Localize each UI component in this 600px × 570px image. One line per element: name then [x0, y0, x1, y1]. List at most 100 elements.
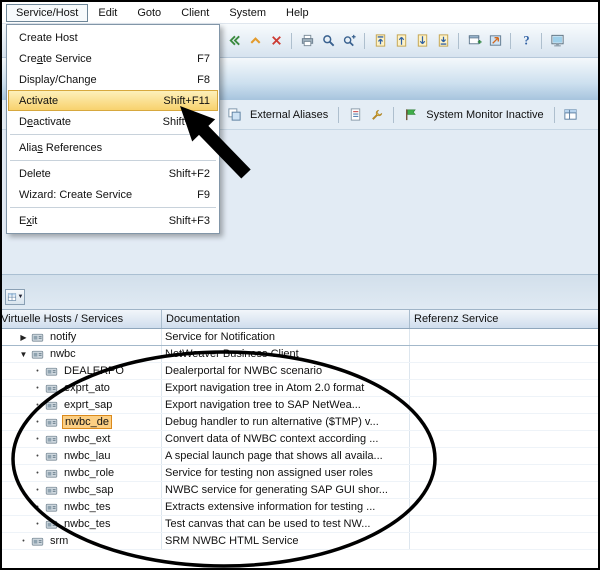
table-row[interactable]: •nwbc_tesTest canvas that can be used to… [2, 516, 598, 533]
back-icon[interactable] [225, 32, 243, 50]
table-row[interactable]: ▼ nwbc NetWeaver Business Client [2, 346, 598, 363]
menu-item-deactivate[interactable]: DeactivateShift+F12 [8, 111, 218, 132]
label-pre: Cre [19, 53, 37, 65]
find-next-icon[interactable] [340, 32, 358, 50]
help-icon[interactable]: ? [517, 32, 535, 50]
menu-separator [10, 134, 216, 135]
wrench-icon[interactable] [368, 106, 386, 124]
service-icon [31, 348, 45, 361]
leaf-bullet: • [31, 483, 44, 498]
table-row[interactable]: •nwbc_tesExtracts extensive information … [2, 499, 598, 516]
first-page-icon[interactable] [371, 32, 389, 50]
service-name[interactable]: nwbc_ext [62, 432, 112, 447]
toolbar-separator [554, 107, 555, 123]
document-icon[interactable] [346, 106, 364, 124]
expanded-expander-icon[interactable]: ▼ [17, 347, 30, 362]
page-up-icon[interactable] [392, 32, 410, 50]
leaf-bullet: • [31, 432, 44, 447]
table-row[interactable]: •nwbc_deDebug handler to run alternative… [2, 414, 598, 431]
table-row[interactable]: •exprt_sapExport navigation tree to SAP … [2, 397, 598, 414]
cell-ref-service [410, 363, 598, 379]
label-pre: D [19, 116, 27, 128]
table-row[interactable]: •nwbc_lauA special launch page that show… [2, 448, 598, 465]
table-row[interactable]: •DEALERPODealerportal for NWBC scenario [2, 363, 598, 380]
table-row[interactable]: ▶ notify Service for Notification [2, 329, 598, 346]
menubar-item-system[interactable]: System [219, 4, 276, 22]
menu-item-activate[interactable]: ActivateShift+F11 [8, 90, 218, 111]
context-menu: Create HostCreate ServiceF7Display/Chang… [6, 24, 220, 234]
service-icon [45, 399, 59, 412]
cell-ref-service [410, 431, 598, 447]
cell-documentation: Service for Notification [162, 329, 410, 345]
leaf-bullet: • [31, 517, 44, 532]
table-panel: ▼ [2, 274, 598, 310]
menu-item-label: Create Service [19, 53, 92, 65]
table-row[interactable]: •srmSRM NWBC HTML Service [2, 533, 598, 550]
customize-icon[interactable] [548, 32, 566, 50]
menubar-item-goto[interactable]: Goto [127, 4, 171, 22]
cell-ref-service [410, 533, 598, 549]
cell-service: •srm [2, 533, 162, 549]
service-name[interactable]: nwbc_tes [62, 500, 112, 515]
menu-item-shortcut: F9 [183, 189, 210, 201]
table-body: ▶ notify Service for Notification ▼ nwbc NetW… [2, 329, 598, 550]
external-aliases-button[interactable]: External Aliases [247, 109, 331, 121]
table-row[interactable]: •nwbc_extConvert data of NWBC context ac… [2, 431, 598, 448]
column-header-ref-service[interactable]: Referenz Service [410, 310, 598, 328]
service-name[interactable]: nwbc_role [62, 466, 116, 481]
service-name[interactable]: nwbc_lau [62, 449, 112, 464]
column-header-documentation[interactable]: Documentation [162, 310, 410, 328]
label-pre: Wizard: Create Service [19, 189, 132, 201]
menu-item-shortcut: Shift+F2 [155, 168, 210, 180]
cell-documentation: Dealerportal for NWBC scenario [162, 363, 410, 379]
service-icon [45, 467, 59, 480]
new-session-icon[interactable] [465, 32, 483, 50]
cell-ref-service [410, 397, 598, 413]
label-post: it [32, 215, 38, 227]
service-name[interactable]: nwbc_de [62, 415, 112, 429]
menu-item-create-host[interactable]: Create Host [8, 27, 218, 48]
table-row[interactable]: •nwbc_sapNWBC service for generating SAP… [2, 482, 598, 499]
last-page-icon[interactable] [434, 32, 452, 50]
service-icon [45, 382, 59, 395]
service-name[interactable]: nwbc_tes [62, 517, 112, 532]
menubar-item-client[interactable]: Client [171, 4, 219, 22]
service-name[interactable]: nwbc [48, 347, 78, 362]
menubar-item-service-host[interactable]: Service/Host [6, 4, 88, 22]
print-icon[interactable] [298, 32, 316, 50]
menu-item-create-service[interactable]: Create ServiceF7 [8, 48, 218, 69]
menu-item-delete[interactable]: DeleteShift+F2 [8, 163, 218, 184]
collapsed-expander-icon[interactable]: ▶ [17, 330, 30, 345]
menu-item-display-change[interactable]: Display/ChangeF8 [8, 69, 218, 90]
service-name[interactable]: exprt_sap [62, 398, 114, 413]
label-post: activate [33, 116, 71, 128]
create-shortcut-icon[interactable] [486, 32, 504, 50]
cell-service: ▶ notify [2, 329, 162, 345]
service-name[interactable]: notify [48, 330, 78, 345]
exit-icon[interactable] [246, 32, 264, 50]
menubar-item-edit[interactable]: Edit [88, 4, 127, 22]
label-post: References [43, 142, 102, 154]
service-name[interactable]: srm [48, 534, 70, 549]
service-name[interactable]: nwbc_sap [62, 483, 116, 498]
menu-item-wizard-create-service[interactable]: Wizard: Create Service F9 [8, 184, 218, 205]
external-aliases-icon[interactable] [225, 106, 243, 124]
service-icon [45, 501, 59, 514]
page-down-icon[interactable] [413, 32, 431, 50]
cell-documentation: NetWeaver Business Client [162, 346, 410, 362]
find-icon[interactable] [319, 32, 337, 50]
menu-item-exit[interactable]: ExitShift+F3 [8, 210, 218, 231]
table-settings-icon[interactable] [562, 106, 580, 124]
table-row[interactable]: •nwbc_roleService for testing non assign… [2, 465, 598, 482]
menubar-item-help[interactable]: Help [276, 4, 319, 22]
cancel-icon[interactable] [267, 32, 285, 50]
column-header-services[interactable]: Virtuelle Hosts / Services [2, 310, 162, 328]
leaf-bullet: • [31, 466, 44, 481]
service-name[interactable]: exprt_ato [62, 381, 112, 396]
sicf-window: Service/HostEditGotoClientSystemHelp ? E… [0, 0, 600, 570]
layout-button[interactable]: ▼ [5, 289, 25, 305]
menu-item-alias-references[interactable]: Alias References [8, 137, 218, 158]
cell-documentation: A special launch page that shows all ava… [162, 448, 410, 464]
table-row[interactable]: •exprt_atoExport navigation tree in Atom… [2, 380, 598, 397]
service-name[interactable]: DEALERPO [62, 364, 126, 379]
